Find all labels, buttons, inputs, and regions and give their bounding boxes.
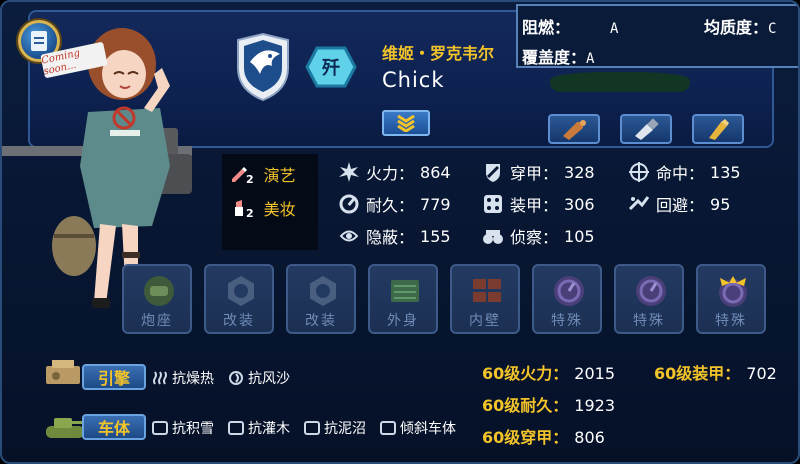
lv60-firepower: 60级火力： 2015 [482,364,615,383]
binoculars-icon [483,230,503,244]
gauge-icon [636,276,666,306]
crosshair-icon [629,162,649,182]
tank-silhouette [550,72,690,92]
slot-interior[interactable]: 内壁 [450,264,520,334]
hull-panel-icon [391,280,419,302]
eagle-shield-icon [237,32,289,102]
hex-nut-icon [310,276,336,306]
lv60-penetration: 60级穿甲： 806 [482,428,605,447]
stat-stealth: 隐蔽： 155 [338,224,451,248]
lv60-durability: 60级耐久： 1923 [482,396,615,415]
slot-mod-2[interactable]: 改装 [286,264,356,334]
class-glyph: 歼 [322,58,340,79]
slot-special-2[interactable]: 特殊 [614,264,684,334]
stat-firepower: 火力： 864 [338,160,451,184]
hull-button[interactable]: 车体 [82,414,146,440]
equip-shell-button[interactable] [548,114,600,144]
brick-wall-icon [473,279,501,302]
slot-special-3[interactable]: 特殊 [696,264,766,334]
lipstick-icon [235,200,243,216]
stat-armor: 装甲： 306 [482,192,595,216]
document-icon [31,31,47,51]
perk-mud: 抗泥沼 [304,418,366,438]
evasion-icon [628,196,650,211]
terrain-traits-box: 阻燃： A 均质度：C 覆盖度：A [516,4,798,68]
wind-swirl-icon [229,371,243,385]
stealth-icon [339,230,359,242]
pencil-icon [232,167,247,182]
skill-item[interactable]: 2 美妆 [230,196,296,220]
shell-icon [563,120,586,140]
engine-button[interactable]: 引擎 [82,364,146,390]
tank-detail-screen: Coming soon... 歼 维姬・罗克韦尔 Chick 阻燃： A 均质度… [0,0,800,464]
trait-coverage: 覆盖度：A [522,48,595,67]
skill-item[interactable]: 2 演艺 [230,162,296,186]
gauge-icon [554,276,584,306]
trait-flame: 阻燃： A [522,18,619,37]
engine-part-icon [46,360,80,384]
gauge-wings-icon [719,276,747,307]
equip-ammo-button[interactable] [692,114,744,144]
tilt-hull-icon [380,421,396,435]
shrub-track-icon [228,421,244,435]
mud-track-icon [304,421,320,435]
trait-uniform: 均质度：C [704,18,777,37]
hex-nut-icon [228,276,254,306]
perk-wind: 抗风沙 [228,368,290,388]
stat-penetration: 穿甲： 328 [482,160,595,184]
firepower-icon [339,162,359,182]
skills-box: 2 演艺 2 美妆 [222,154,318,250]
hull-part-icon [46,418,84,438]
shield-pierce-icon [486,164,500,182]
stat-evasion: 回避： 95 [628,192,730,216]
slot-special-1[interactable]: 特殊 [532,264,602,334]
stat-recon: 侦察： 105 [482,224,595,248]
tank-name-en: Chick [382,68,445,92]
snow-track-icon [152,421,168,435]
armor-plate-icon [484,195,502,213]
lv60-armor: 60级装甲： 702 [654,364,777,383]
rank-button[interactable] [382,110,430,136]
perk-heat: 抗燥热 [152,368,214,388]
chevron-rank-icon [397,114,415,132]
equip-flashlight-button[interactable] [620,114,672,144]
stat-durability: 耐久： 779 [338,192,451,216]
heat-waves-icon [153,371,167,385]
wrench-icon [339,194,359,214]
slot-exterior[interactable]: 外身 [368,264,438,334]
stat-accuracy: 命中： 135 [628,160,741,184]
perk-snow: 抗积雪 [152,418,214,438]
slot-mod-1[interactable]: 改装 [204,264,274,334]
perk-shrub: 抗灌木 [228,418,290,438]
slot-turret[interactable]: 炮座 [122,264,192,334]
ammo-icon [709,119,729,140]
flashlight-icon [635,118,659,140]
perk-tilt: 倾斜车体 [380,418,456,438]
turret-slot-icon [144,276,174,306]
tank-name-cn: 维姬・罗克韦尔 [382,44,495,63]
